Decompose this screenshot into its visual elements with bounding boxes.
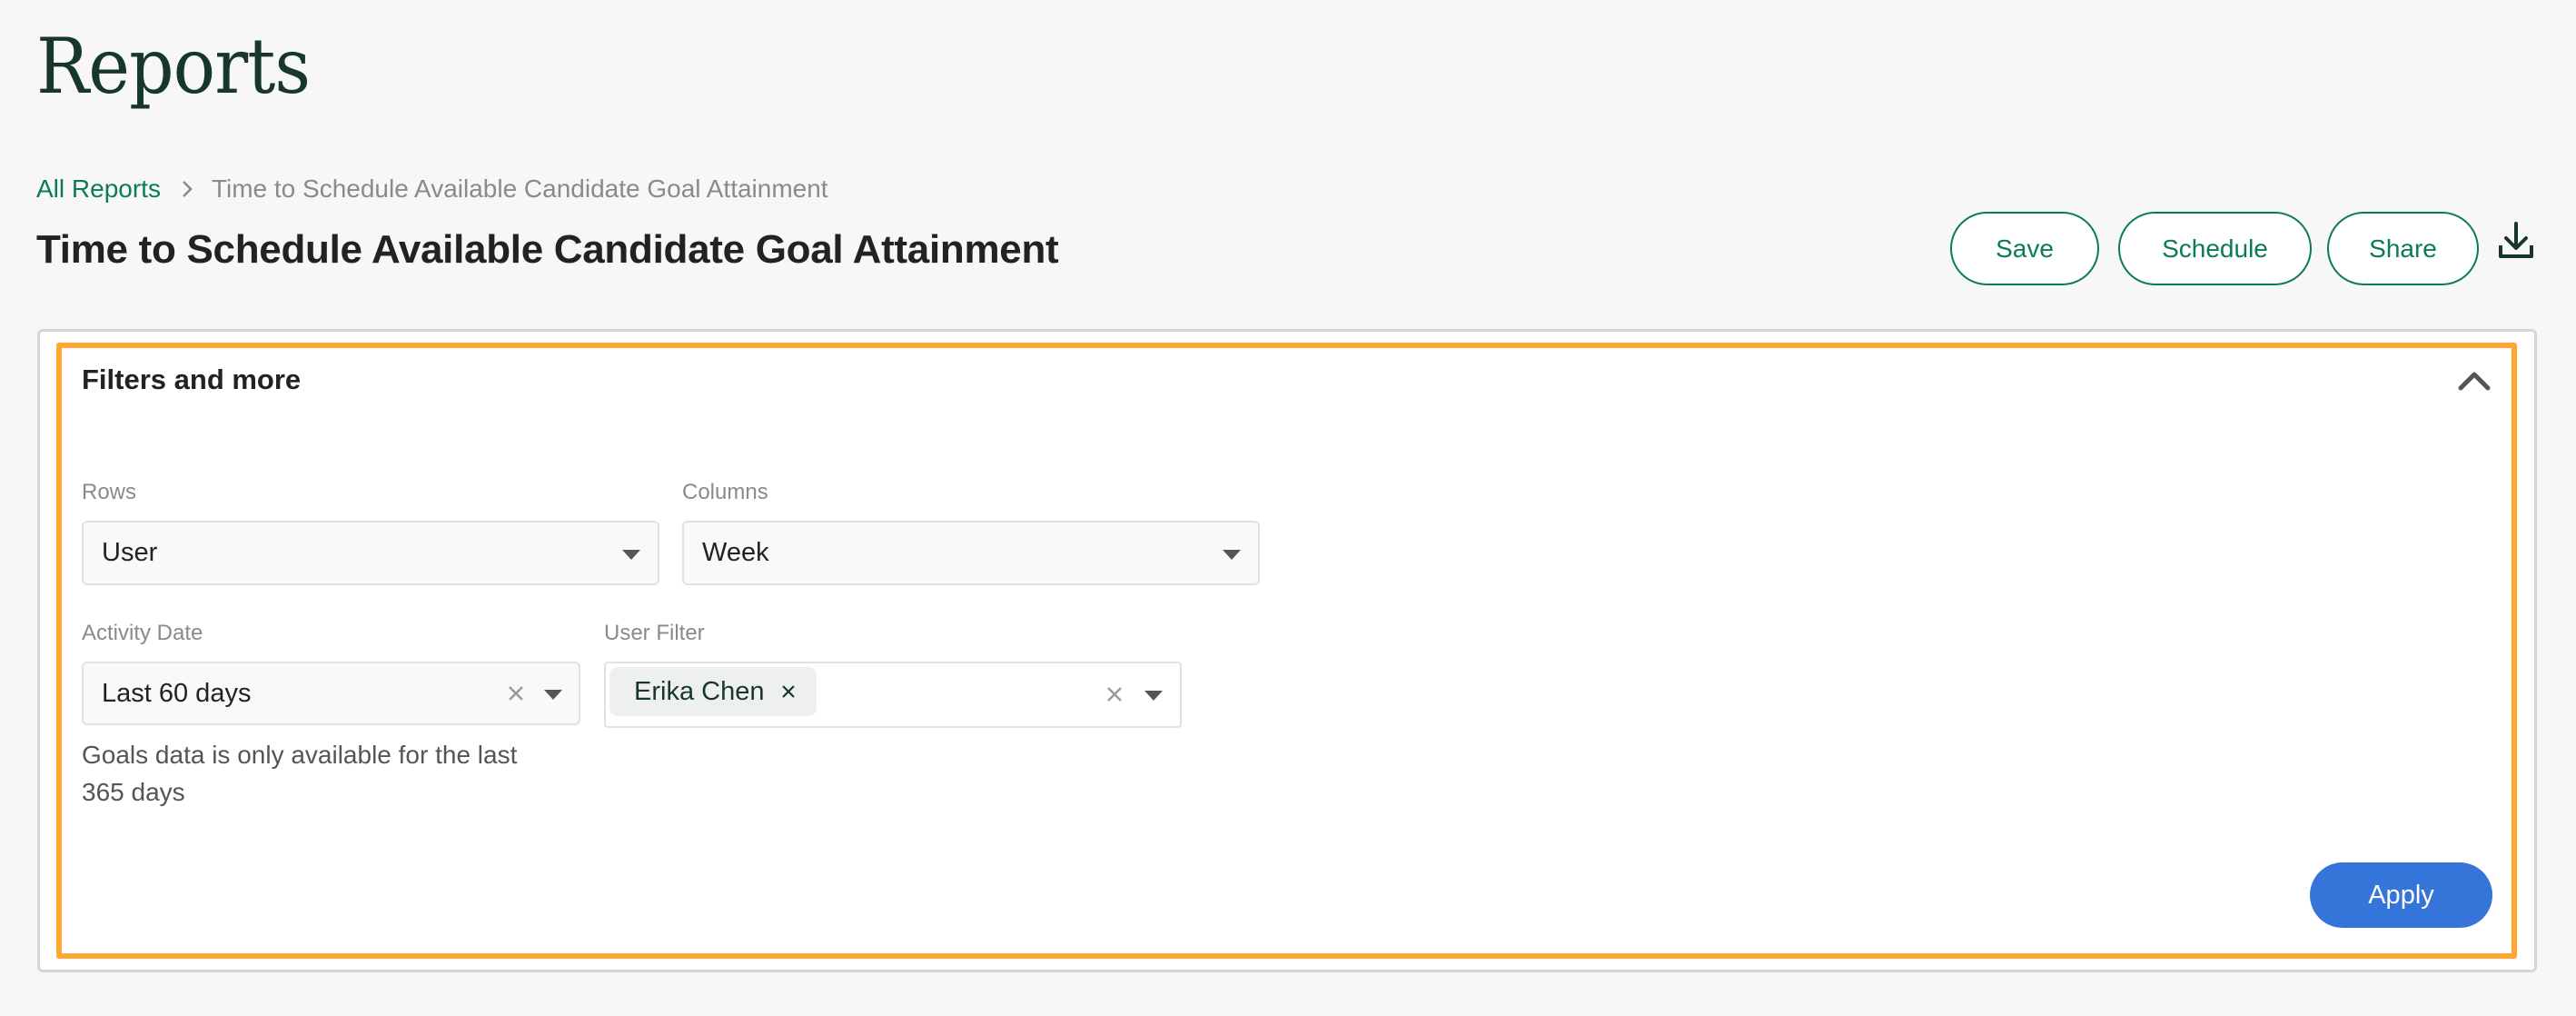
breadcrumb-all-reports-link[interactable]: All Reports (36, 173, 161, 205)
filters-panel-highlight (56, 343, 2517, 959)
close-icon (782, 685, 795, 698)
breadcrumb-current: Time to Schedule Available Candidate Goa… (211, 174, 828, 203)
rows-select[interactable]: User (82, 521, 659, 585)
user-filter-label: User Filter (604, 621, 705, 645)
columns-select[interactable]: Week (682, 521, 1260, 585)
remove-chip-button[interactable] (781, 684, 796, 699)
chip-label: Erika Chen (634, 677, 765, 706)
activity-date-helper-text: Goals data is only available for the las… (82, 736, 517, 811)
schedule-button[interactable]: Schedule (2118, 212, 2312, 285)
breadcrumb: All Reports Time to Schedule Available C… (36, 173, 828, 205)
selected-user-chip: Erika Chen (609, 667, 817, 716)
apply-button[interactable]: Apply (2310, 862, 2492, 928)
caret-down-icon (1144, 691, 1163, 701)
rows-select-value: User (102, 538, 158, 567)
rows-label: Rows (82, 480, 137, 504)
collapse-filters-button[interactable] (2452, 362, 2496, 398)
caret-down-icon (544, 690, 562, 700)
activity-date-select[interactable]: Last 60 days (82, 662, 580, 725)
clear-activity-date-button[interactable] (506, 683, 526, 703)
caret-down-icon (1223, 550, 1241, 560)
close-icon (1107, 687, 1122, 702)
download-button[interactable] (2496, 218, 2536, 262)
activity-date-value: Last 60 days (102, 679, 252, 708)
user-filter-select[interactable]: Erika Chen (604, 662, 1182, 728)
clear-user-filter-button[interactable] (1105, 684, 1125, 704)
download-icon (2499, 222, 2533, 258)
activity-date-label: Activity Date (82, 621, 203, 645)
columns-label: Columns (682, 480, 768, 504)
report-title: Time to Schedule Available Candidate Goa… (36, 227, 1059, 272)
chevron-up-icon (2458, 372, 2491, 391)
helper-line-1: Goals data is only available for the las… (82, 741, 518, 769)
chevron-right-icon (177, 179, 197, 199)
filters-section-title[interactable]: Filters and more (82, 362, 301, 398)
helper-line-2: 365 days (82, 778, 185, 806)
close-icon (509, 686, 523, 701)
caret-down-icon (622, 550, 640, 560)
share-button[interactable]: Share (2327, 212, 2479, 285)
page-heading: Reports (36, 22, 311, 111)
columns-select-value: Week (702, 538, 769, 567)
save-button[interactable]: Save (1950, 212, 2099, 285)
